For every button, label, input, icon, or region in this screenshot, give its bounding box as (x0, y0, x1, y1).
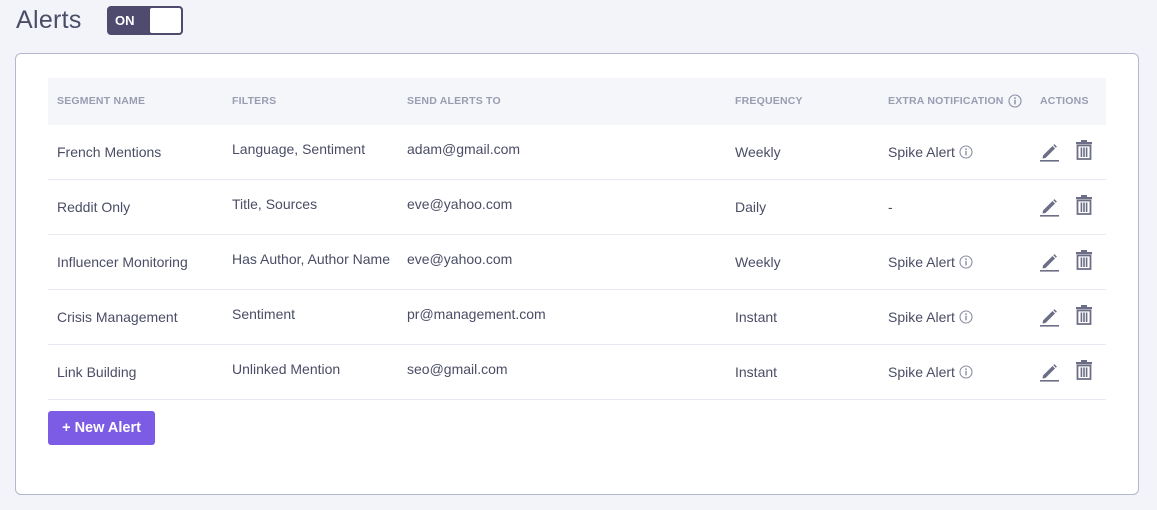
table-row: Crisis Management Sentiment pr@management.… (48, 290, 1106, 345)
extra-notification-text: Spike Alert (888, 144, 955, 160)
table-row: French Mentions Language, Sentiment adam@g… (48, 125, 1106, 180)
alerts-table: SEGMENT NAME FILTERS SEND ALERTS TO FREQ… (48, 78, 1106, 400)
new-alert-button[interactable]: + New Alert (48, 411, 155, 445)
filters-cell: Sentiment (232, 306, 296, 322)
col-filters: FILTERS (232, 95, 277, 107)
table-row: Link Building Unlinked Mention seo@gmail.c… (48, 345, 1106, 400)
info-icon[interactable] (959, 310, 973, 324)
frequency-cell: Weekly (735, 144, 781, 160)
col-frequency: FREQUENCY (735, 95, 803, 107)
trash-icon[interactable] (1074, 304, 1094, 326)
toggle-knob (150, 8, 181, 33)
segment-name-cell: Link Building (57, 364, 137, 380)
filters-cell: Language, Sentiment (232, 141, 366, 157)
info-icon[interactable] (959, 365, 973, 379)
trash-icon[interactable] (1074, 359, 1094, 381)
filters-cell: Unlinked Mention (232, 361, 341, 377)
col-extra-notification-label: EXTRA NOTIFICATION (888, 95, 1004, 107)
table-body: French Mentions Language, Sentiment adam@g… (48, 125, 1106, 400)
extra-notification-cell: Spike Alert (888, 254, 973, 270)
send-alerts-to-cell: eve@yahoo.com (407, 251, 513, 267)
alerts-toggle[interactable]: ON (107, 6, 183, 35)
extra-notification-text: Spike Alert (888, 254, 955, 270)
filters-cell: Has Author, Author Name (232, 251, 390, 267)
extra-notification-cell: - (888, 199, 893, 215)
segment-name-cell: Crisis Management (57, 309, 178, 325)
send-alerts-to-cell: adam@gmail.com (407, 141, 521, 157)
table-header: SEGMENT NAME FILTERS SEND ALERTS TO FREQ… (48, 78, 1106, 125)
send-alerts-to-cell: eve@yahoo.com (407, 196, 513, 212)
col-actions: ACTIONS (1040, 95, 1089, 107)
page-title: Alerts (16, 5, 82, 34)
info-icon[interactable] (1008, 94, 1022, 108)
col-segment-name: SEGMENT NAME (57, 95, 146, 107)
send-alerts-to-cell: pr@management.com (407, 306, 546, 322)
segment-name-cell: Reddit Only (57, 199, 131, 215)
col-send-alerts-to: SEND ALERTS TO (407, 95, 501, 107)
edit-icon[interactable] (1038, 305, 1060, 327)
alerts-card: SEGMENT NAME FILTERS SEND ALERTS TO FREQ… (15, 53, 1139, 495)
segment-name-cell: French Mentions (57, 144, 162, 160)
filters-cell: Title, Sources (232, 196, 318, 212)
edit-icon[interactable] (1038, 250, 1060, 272)
table-row: Influencer Monitoring Has Author, Author … (48, 235, 1106, 290)
extra-notification-cell: Spike Alert (888, 364, 973, 380)
info-icon[interactable] (959, 255, 973, 269)
edit-icon[interactable] (1038, 360, 1060, 382)
extra-notification-text: - (888, 199, 893, 215)
frequency-cell: Weekly (735, 254, 781, 270)
frequency-cell: Daily (735, 199, 767, 215)
extra-notification-text: Spike Alert (888, 364, 955, 380)
col-extra-notification: EXTRA NOTIFICATION (888, 94, 1022, 108)
edit-icon[interactable] (1038, 195, 1060, 217)
frequency-cell: Instant (735, 364, 778, 380)
segment-name-cell: Influencer Monitoring (57, 254, 188, 270)
extra-notification-text: Spike Alert (888, 309, 955, 325)
trash-icon[interactable] (1074, 249, 1094, 271)
trash-icon[interactable] (1074, 139, 1094, 161)
extra-notification-cell: Spike Alert (888, 144, 973, 160)
edit-icon[interactable] (1038, 140, 1060, 162)
trash-icon[interactable] (1074, 194, 1094, 216)
extra-notification-cell: Spike Alert (888, 309, 973, 325)
table-row: Reddit Only Title, Sources eve@yahoo.com Da… (48, 180, 1106, 235)
toggle-label: ON (115, 13, 135, 28)
frequency-cell: Instant (735, 309, 778, 325)
page-header: Alerts (16, 4, 82, 36)
info-icon[interactable] (959, 145, 973, 159)
send-alerts-to-cell: seo@gmail.com (407, 361, 508, 377)
